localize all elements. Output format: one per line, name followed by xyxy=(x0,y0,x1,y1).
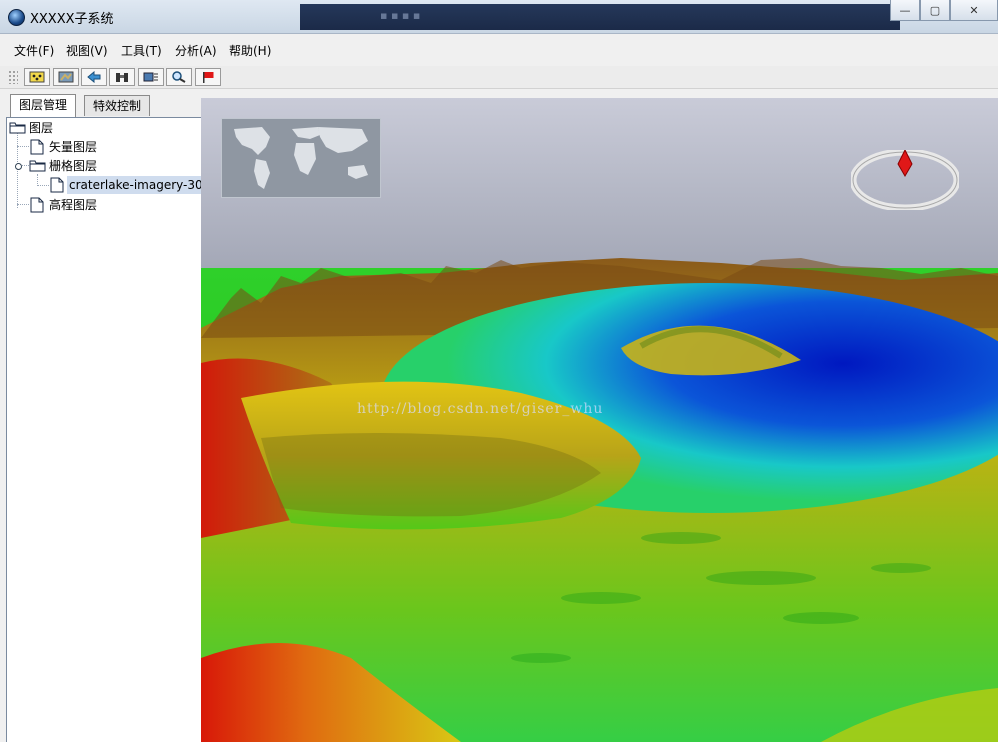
3d-globe-view[interactable]: http://blog.csdn.net/giser_whu xyxy=(201,98,998,742)
toolbar xyxy=(0,66,998,89)
restore-button[interactable]: ▢ xyxy=(920,0,950,21)
globe-arrow-icon xyxy=(87,71,101,83)
file-icon xyxy=(50,177,64,193)
watermark-text: http://blog.csdn.net/giser_whu xyxy=(357,401,604,417)
globe-app-icon xyxy=(8,9,25,26)
file-icon xyxy=(30,139,44,155)
layer-tree: 图层 矢量图层 栅格图层 craterlake-imagery-30m 高程图层 xyxy=(6,117,217,742)
layer-select-icon xyxy=(29,71,45,83)
tab-effects-control[interactable]: 特效控制 xyxy=(84,95,151,116)
tree-node-label: craterlake-imagery-30m xyxy=(67,176,217,194)
tree-node-label: 图层 xyxy=(29,121,54,135)
world-minimap[interactable] xyxy=(221,118,381,198)
expand-toggle-icon[interactable] xyxy=(15,163,22,170)
menu-file[interactable]: 文件(F) xyxy=(14,42,54,59)
window-title: XXXXX子系统 xyxy=(30,12,114,27)
tree-guide-line xyxy=(17,146,29,147)
flag-button[interactable] xyxy=(195,68,221,86)
measure-icon xyxy=(143,72,158,82)
tree-node-label: 高程图层 xyxy=(49,198,98,212)
tree-guide-line xyxy=(37,185,49,186)
menu-bar: 文件(F) 视图(V) 工具(T) 分析(A) 帮助(H) xyxy=(0,34,998,67)
menu-help[interactable]: 帮助(H) xyxy=(229,42,271,59)
tree-node-label: 矢量图层 xyxy=(49,140,98,154)
application-window: XXXXX子系统 ▪ ▪ ▪ ▪ — ▢ ✕ 文件(F) 视图(V) 工具(T)… xyxy=(0,0,998,742)
measure-button[interactable] xyxy=(138,68,164,86)
folder-open-icon xyxy=(9,122,26,134)
close-button[interactable]: ✕ xyxy=(950,0,998,21)
zoom-search-button[interactable] xyxy=(166,68,192,86)
menu-analysis[interactable]: 分析(A) xyxy=(175,42,217,59)
toolbar-grip[interactable] xyxy=(8,70,18,84)
tab-layer-management[interactable]: 图层管理 xyxy=(10,94,77,117)
flag-icon xyxy=(203,72,214,83)
binoculars-button[interactable] xyxy=(109,68,135,86)
world-map-icon xyxy=(222,119,380,197)
folder-open-icon xyxy=(29,160,46,172)
left-panel: 图层管理 特效控制 图层 矢量图层 栅格图层 craterlake-imager… xyxy=(0,90,217,742)
file-icon xyxy=(30,197,44,213)
globe-arrow-button[interactable] xyxy=(81,68,107,86)
menu-view[interactable]: 视图(V) xyxy=(66,42,108,59)
map-layer-button[interactable] xyxy=(53,68,79,86)
binoculars-icon xyxy=(116,73,128,82)
menu-tools[interactable]: 工具(T) xyxy=(121,42,162,59)
tree-guide-line xyxy=(17,132,18,208)
map-layer-icon xyxy=(58,71,74,83)
close-icon: ✕ xyxy=(969,3,979,17)
tree-guide-line xyxy=(17,204,29,205)
restore-icon: ▢ xyxy=(929,3,941,17)
zoom-search-icon xyxy=(172,71,186,83)
background-window-strip: ▪ ▪ ▪ ▪ xyxy=(300,4,900,30)
title-bar[interactable]: XXXXX子系统 ▪ ▪ ▪ ▪ — ▢ ✕ xyxy=(0,0,998,34)
tree-node-label: 栅格图层 xyxy=(49,159,98,173)
minimize-button[interactable]: — xyxy=(890,0,920,21)
compass-control[interactable] xyxy=(849,148,961,212)
compass-icon xyxy=(849,148,961,212)
layer-select-button[interactable] xyxy=(24,68,50,86)
minimize-icon: — xyxy=(899,3,911,17)
